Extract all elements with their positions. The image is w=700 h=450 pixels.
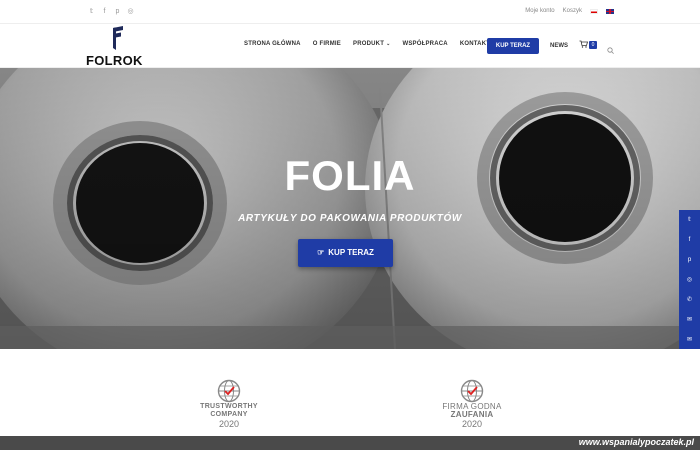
nav-item-product[interactable]: PRODUKT ⌄ (353, 41, 390, 47)
twitter-icon[interactable]: 𝕥 (88, 7, 95, 16)
floating-social-bar: 𝕥 f p ◎ ✆ ✉ ✉ (679, 210, 700, 350)
facebook-icon[interactable]: f (101, 7, 108, 16)
pinterest-icon[interactable]: p (679, 250, 700, 270)
hero-buy-now-button[interactable]: ☞ KUP TERAZ (298, 239, 393, 267)
hero-subtitle: ARTYKUŁY DO PAKOWANIA PRODUKTÓW (238, 213, 462, 224)
globe-icon (217, 379, 241, 403)
cart-count-badge: 0 (589, 41, 597, 49)
firma-godna-zaufania-badge: FIRMA GODNA ZAUFANIA 2020 (437, 379, 507, 429)
trustworthy-company-badge: TRUSTWORTHY COMPANY 2020 (196, 379, 262, 429)
nav-item-news[interactable]: NEWS (550, 43, 568, 49)
instagram-icon[interactable]: ◎ (679, 270, 700, 290)
trust-badges-section: TRUSTWORTHY COMPANY 2020 FIRMA GODNA ZAU… (0, 349, 700, 436)
chevron-down-icon: ⌄ (386, 41, 391, 47)
facebook-icon[interactable]: f (679, 230, 700, 250)
badge-line2: COMPANY (210, 411, 248, 418)
nav-item-contact[interactable]: KONTAKT (460, 41, 490, 47)
watermark-text: www.wspanialypoczatek.pl (578, 437, 694, 447)
watermark-strip: www.wspanialypoczatek.pl (0, 436, 700, 450)
hand-pointer-icon: ☞ (317, 248, 325, 257)
buy-now-button[interactable]: KUP TERAZ (487, 38, 539, 54)
globe-icon (460, 379, 484, 403)
logo-mark-icon (113, 26, 123, 50)
nav-item-cooperation[interactable]: WSPÓŁPRACA (402, 41, 447, 47)
logo-text: FOLROK (86, 53, 143, 68)
hero-title: FOLIA (284, 152, 416, 199)
badge-year: 2020 (461, 419, 483, 429)
pinterest-icon[interactable]: p (114, 7, 121, 16)
hero-banner: FOLIA ARTYKUŁY DO PAKOWANIA PRODUKTÓW ☞ K… (0, 68, 700, 349)
main-nav: STRONA GŁÓWNA O FIRMIE PRODUKT ⌄ WSPÓŁPRA… (244, 41, 502, 47)
badge-line1: TRUSTWORTHY (200, 403, 258, 410)
hero-button-label: KUP TERAZ (328, 248, 374, 257)
instagram-icon[interactable]: ◎ (127, 7, 134, 16)
phone-icon[interactable]: ✆ (679, 290, 700, 310)
twitter-icon[interactable]: 𝕥 (679, 210, 700, 230)
cart-link[interactable]: Koszyk (563, 8, 582, 14)
logo[interactable]: FOLROK (86, 26, 148, 68)
mail-icon[interactable]: ✉ (679, 330, 700, 350)
cart-icon[interactable] (579, 40, 589, 50)
nav-item-about[interactable]: O FIRMIE (313, 41, 341, 47)
search-icon[interactable] (607, 41, 614, 59)
top-bar: 𝕥 f p ◎ Moje konto Koszyk (0, 0, 700, 24)
en-flag-icon[interactable] (606, 8, 614, 14)
badge-year: 2020 (218, 419, 240, 429)
main-header: FOLROK STRONA GŁÓWNA O FIRMIE PRODUKT ⌄ W… (0, 24, 700, 68)
nav-item-home[interactable]: STRONA GŁÓWNA (244, 41, 301, 47)
mail-icon[interactable]: ✉ (679, 310, 700, 330)
my-account-link[interactable]: Moje konto (525, 8, 554, 14)
pl-flag-icon[interactable] (590, 8, 598, 14)
top-links: Moje konto Koszyk (525, 8, 614, 14)
hero-background-image (0, 68, 700, 349)
nav-item-product-label: PRODUKT (353, 41, 385, 47)
social-links: 𝕥 f p ◎ (88, 7, 134, 16)
badge-line2: ZAUFANIA (450, 410, 494, 419)
